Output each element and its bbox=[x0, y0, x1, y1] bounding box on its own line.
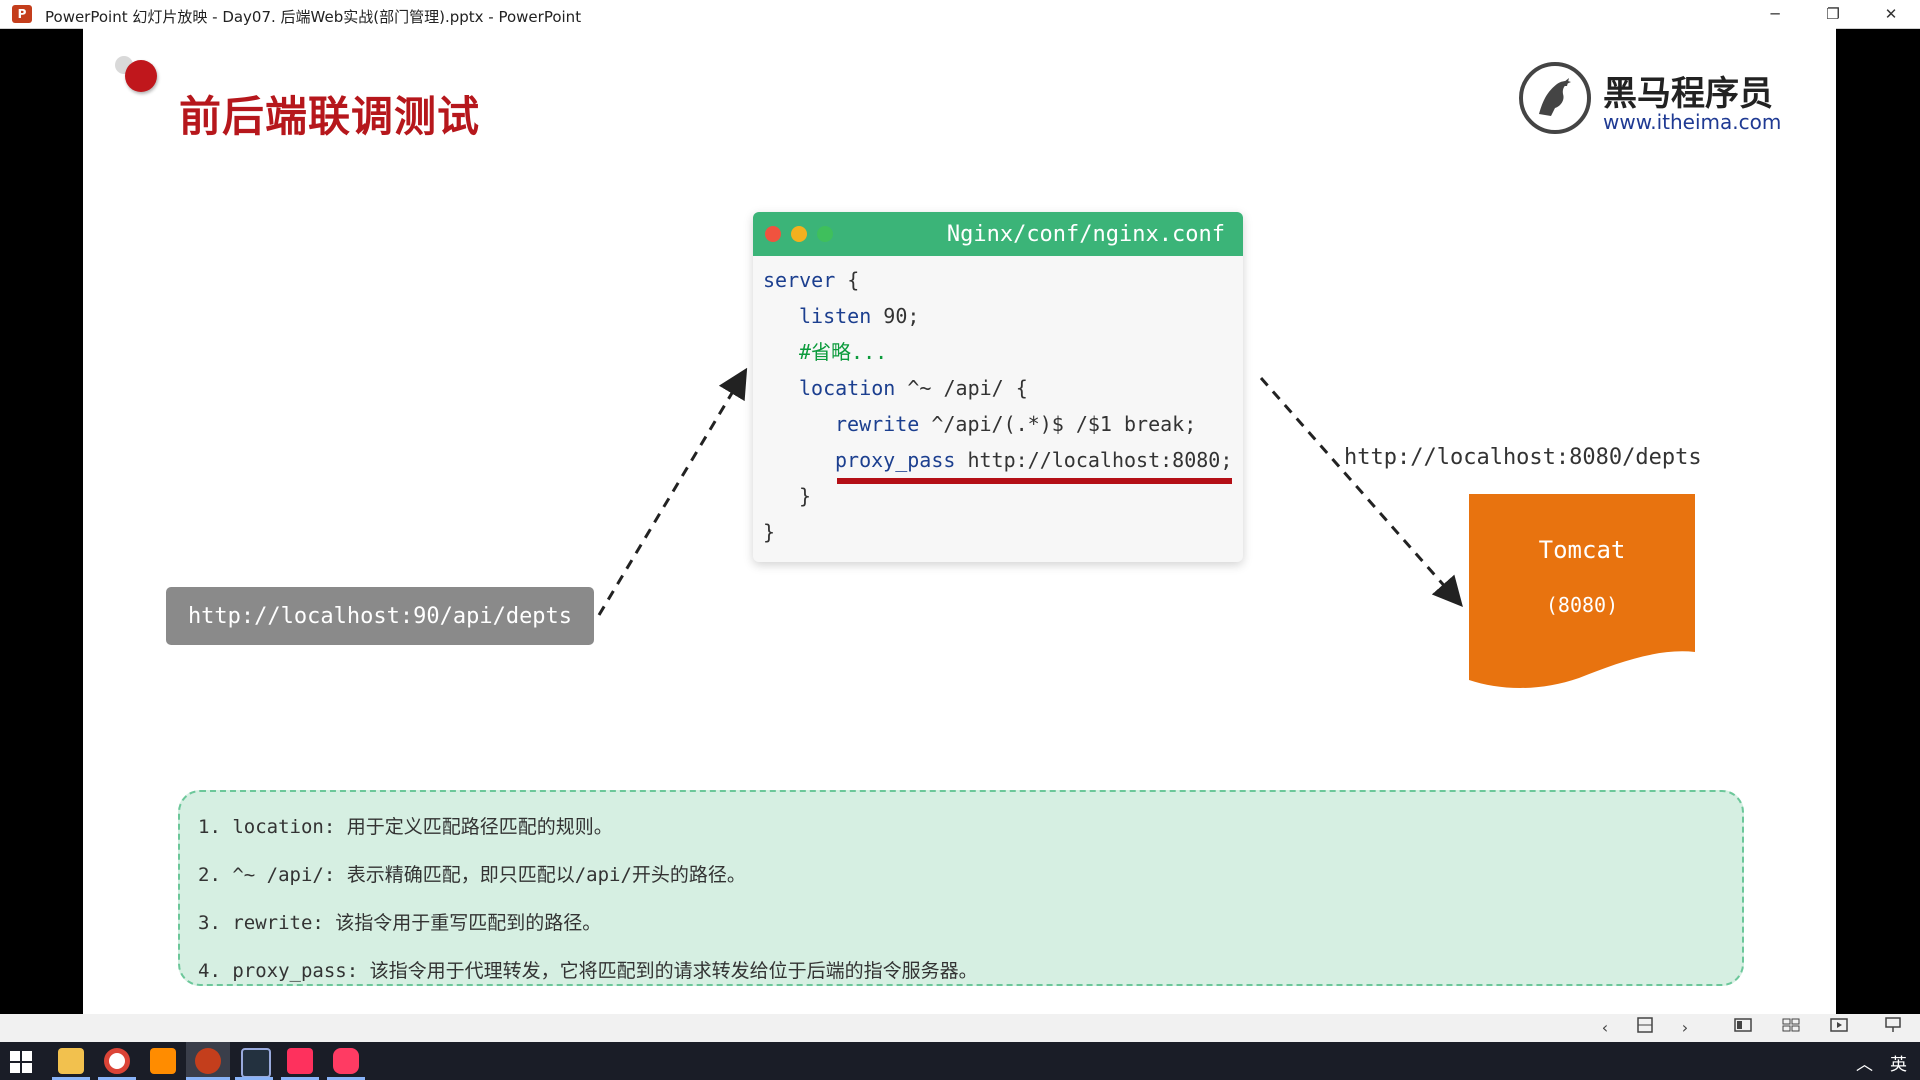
target-url-label: http://localhost:8080/depts bbox=[1344, 445, 1702, 470]
code-text: http://localhost:8080; bbox=[955, 448, 1233, 472]
powerpoint-app-icon: P bbox=[12, 5, 32, 23]
slide-sorter-icon bbox=[1782, 1018, 1800, 1032]
minimize-dot-icon bbox=[791, 226, 807, 242]
code-window-title: Nginx/conf/nginx.conf bbox=[946, 222, 1225, 247]
code-window-header: Nginx/conf/nginx.conf bbox=[753, 212, 1243, 256]
slide-sorter-button[interactable] bbox=[1778, 1016, 1804, 1040]
datagrip-icon[interactable] bbox=[241, 1048, 271, 1078]
code-line: #省略... bbox=[763, 334, 1232, 370]
notes-box: 1. location: 用于定义匹配路径匹配的规则。 2. ^~ /api/:… bbox=[178, 790, 1744, 986]
slideshow-button[interactable] bbox=[1880, 1016, 1906, 1040]
app-icon[interactable] bbox=[333, 1048, 359, 1074]
chrome-icon[interactable] bbox=[104, 1048, 130, 1074]
close-button[interactable]: ✕ bbox=[1868, 0, 1914, 28]
code-keyword: location bbox=[799, 376, 896, 400]
normal-view-button[interactable] bbox=[1730, 1016, 1756, 1040]
window-title: PowerPoint 幻灯片放映 - Day07. 后端Web实战(部门管理).… bbox=[45, 8, 582, 26]
code-text: { bbox=[835, 268, 860, 292]
window-titlebar: P PowerPoint 幻灯片放映 - Day07. 后端Web实战(部门管理… bbox=[0, 0, 1920, 29]
code-text: } bbox=[763, 520, 776, 544]
arrow-to-tomcat bbox=[1259, 377, 1463, 608]
previous-slide-button[interactable]: ‹ bbox=[1592, 1016, 1618, 1040]
code-line: proxy_pass http://localhost:8080; bbox=[763, 442, 1232, 478]
next-slide-button[interactable]: › bbox=[1672, 1016, 1698, 1040]
code-line: listen 90; bbox=[763, 298, 1232, 334]
code-comment: #省略... bbox=[799, 340, 888, 364]
slide-grid-button[interactable] bbox=[1632, 1016, 1658, 1040]
code-line: } bbox=[763, 514, 1232, 550]
note-item: 3. rewrite: 该指令用于重写匹配到的路径。 bbox=[198, 912, 602, 934]
windows-taskbar: ︿ 英 bbox=[0, 1042, 1920, 1080]
code-body: server { listen 90; #省略... location ^~ /… bbox=[763, 262, 1232, 550]
note-item: 4. proxy_pass: 该指令用于代理转发，它将匹配到的请求转发给位于后端… bbox=[198, 960, 978, 982]
slideshow-icon bbox=[1885, 1017, 1901, 1032]
note-item: 1. location: 用于定义匹配路径匹配的规则。 bbox=[198, 816, 613, 838]
request-url-box: http://localhost:90/api/depts bbox=[166, 587, 594, 645]
powerpoint-taskbar-icon[interactable] bbox=[195, 1048, 221, 1074]
close-dot-icon bbox=[765, 226, 781, 242]
sublime-text-icon[interactable] bbox=[150, 1048, 176, 1074]
code-keyword: server bbox=[763, 268, 836, 292]
code-keyword: rewrite bbox=[835, 412, 920, 436]
slide-grid-icon bbox=[1637, 1017, 1653, 1033]
code-line: server { bbox=[763, 262, 1232, 298]
normal-view-icon bbox=[1734, 1018, 1752, 1032]
slide: 前后端联调测试 黑马程序员 www.itheima.com Nginx/conf… bbox=[83, 28, 1836, 1014]
file-explorer-icon[interactable] bbox=[58, 1048, 84, 1074]
code-text: ^/api/(.*)$ /$1 break; bbox=[919, 412, 1197, 436]
windows-start-icon[interactable] bbox=[10, 1051, 32, 1077]
code-keyword: proxy_pass bbox=[835, 448, 956, 472]
note-item: 2. ^~ /api/: 表示精确匹配，即只匹配以/api/开头的路径。 bbox=[198, 864, 746, 886]
code-keyword: listen bbox=[799, 304, 872, 328]
code-text: } bbox=[799, 484, 812, 508]
slideshow-control-bar: ‹ › bbox=[0, 1014, 1920, 1042]
proxy-pass-underline bbox=[837, 478, 1232, 484]
code-line: rewrite ^/api/(.*)$ /$1 break; bbox=[763, 406, 1232, 442]
tray-expand-icon[interactable]: ︿ bbox=[1856, 1050, 1873, 1075]
minimize-button[interactable]: ─ bbox=[1752, 0, 1798, 28]
code-text: 90; bbox=[871, 304, 920, 328]
reading-view-button[interactable] bbox=[1826, 1016, 1852, 1040]
restore-button[interactable]: ❐ bbox=[1810, 0, 1856, 28]
intellij-idea-icon[interactable] bbox=[287, 1048, 313, 1074]
ime-indicator[interactable]: 英 bbox=[1890, 1050, 1907, 1075]
code-line: location ^~ /api/ { bbox=[763, 370, 1232, 406]
nginx-config-window: Nginx/conf/nginx.conf server { listen 90… bbox=[753, 212, 1243, 562]
tomcat-port: (8080) bbox=[1545, 593, 1619, 617]
code-text: ^~ /api/ { bbox=[895, 376, 1028, 400]
reading-view-icon bbox=[1830, 1018, 1848, 1032]
tomcat-label: Tomcat bbox=[1538, 536, 1626, 564]
maximize-dot-icon bbox=[817, 226, 833, 242]
arrow-to-nginx bbox=[597, 367, 748, 616]
